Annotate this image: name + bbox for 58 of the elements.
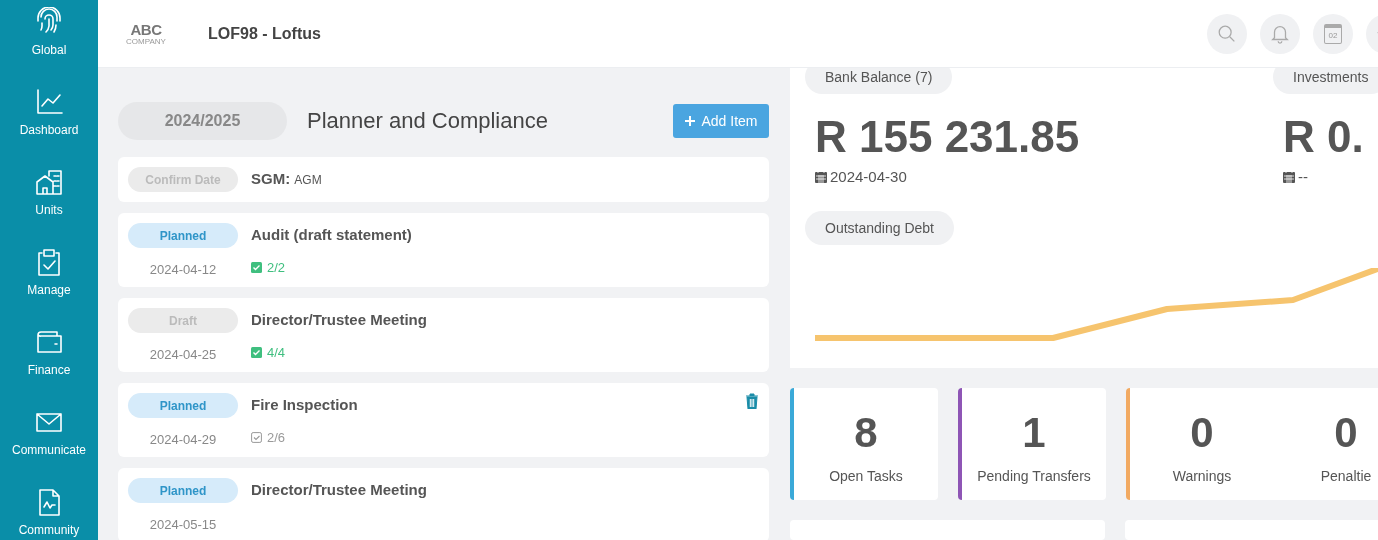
trash-icon[interactable] — [745, 393, 759, 409]
checklist-count: 2/2 — [251, 260, 412, 275]
item-title: Fire Inspection — [251, 396, 358, 413]
debt-label: Outstanding Debt — [805, 211, 954, 245]
balance-label: Investments — [1273, 68, 1378, 94]
item-title: Director/Trustee Meeting — [251, 311, 427, 328]
stat-value: 0 — [1334, 410, 1358, 457]
stat-value: 0 — [1190, 410, 1214, 457]
status-badge: Planned — [128, 478, 238, 503]
planner-item[interactable]: Planned 2024-05-15 Director/Trustee Meeting — [118, 468, 769, 540]
company-logo: ABC COMPANY — [125, 21, 167, 46]
sidebar-item[interactable]: Finance — [0, 320, 98, 400]
sidebar-item[interactable]: Community — [0, 480, 98, 540]
balance-date: -- — [1298, 168, 1308, 185]
balance-amount: R 0. — [1283, 112, 1365, 162]
year-selector[interactable]: 2024/2025 — [118, 102, 287, 140]
checkbox-icon — [251, 262, 262, 273]
sidebar-item[interactable]: Dashboard — [0, 80, 98, 160]
item-date: 2024-04-12 — [149, 262, 217, 277]
balance-amount: R 155 231.85 — [815, 112, 1081, 162]
buildings-icon — [34, 167, 64, 197]
calendar-icon — [1283, 170, 1295, 183]
item-title: Audit (draft statement) — [251, 226, 412, 243]
chart-icon — [34, 87, 64, 117]
balance-date: 2024-04-30 — [830, 168, 907, 185]
property-title: LOF98 - Loftus — [208, 24, 321, 43]
add-item-button[interactable]: Add Item — [673, 104, 769, 138]
calendar-button[interactable]: 02 — [1313, 13, 1353, 54]
status-badge: Planned — [128, 223, 238, 248]
item-date: 2024-05-15 — [149, 517, 217, 532]
sidebar-item[interactable]: Units — [0, 160, 98, 240]
section-title: Planner and Compliance — [307, 108, 548, 134]
stat-label: Open Tasks — [829, 468, 903, 485]
checkbox-icon — [251, 432, 262, 443]
sidebar-item[interactable]: Manage — [0, 240, 98, 320]
status-badge: Planned — [128, 393, 238, 418]
checklist-count: 4/4 — [251, 345, 427, 360]
calendar-icon: 02 — [1324, 23, 1342, 44]
balance-label: Bank Balance (7) — [805, 68, 953, 94]
stat-label: Pending Transfers — [977, 468, 1091, 485]
item-title: SGM: AGM — [251, 170, 322, 187]
stat-label: Warnings — [1172, 468, 1232, 485]
plus-icon — [684, 115, 697, 127]
checkbox-icon — [251, 347, 262, 358]
item-date: 2024-04-29 — [149, 432, 217, 447]
search-button[interactable] — [1207, 13, 1247, 54]
item-date: 2024-04-25 — [149, 347, 217, 362]
bell-button[interactable] — [1260, 13, 1300, 54]
calendar-icon — [815, 170, 827, 183]
stat-value: 8 — [854, 410, 878, 457]
sidebar-item[interactable]: Global — [0, 0, 98, 80]
planner-item[interactable]: Planned 2024-04-12 Audit (draft statement) 2/2 — [118, 213, 769, 287]
planner-item[interactable]: Planned 2024-04-29 Fire Inspection 2/6 — [118, 383, 769, 457]
sidebar-item[interactable]: Communicate — [0, 400, 98, 480]
item-title: Director/Trustee Meeting — [251, 481, 427, 498]
stat-value: 1 — [1022, 410, 1046, 457]
checklist-count: 2/6 — [251, 430, 358, 445]
stat-label: Penaltie — [1320, 468, 1372, 485]
